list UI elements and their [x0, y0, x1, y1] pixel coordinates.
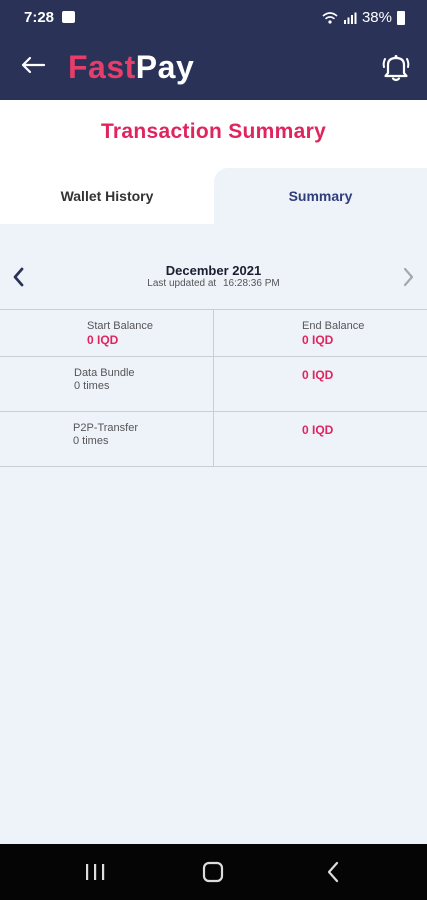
logo-fast: Fast: [68, 49, 136, 85]
gallery-notification-icon: [62, 11, 75, 23]
next-month-button[interactable]: [397, 264, 419, 290]
column-divider: [213, 310, 214, 356]
battery-percent: 38%: [361, 9, 392, 26]
signal-icon: [343, 12, 357, 24]
row-times: 0 times: [74, 380, 110, 392]
table-row: Data Bundle 0 times 0 IQD: [0, 357, 427, 412]
last-updated-time: 16:28:36 PM: [223, 278, 280, 289]
app-bar: FastPay: [0, 36, 427, 100]
home-button[interactable]: [198, 860, 228, 884]
row-name: P2P-Transfer: [73, 422, 139, 434]
end-balance-label: End Balance: [302, 320, 365, 332]
battery-icon: [397, 10, 405, 25]
fastpay-logo: FastPay: [68, 49, 194, 86]
start-balance-label: Start Balance: [87, 320, 154, 332]
month-label: December 2021: [165, 263, 262, 278]
back-button[interactable]: [18, 50, 52, 84]
page-title: Transaction Summary: [100, 120, 327, 143]
start-balance-value: 0 IQD: [87, 333, 119, 347]
status-icons: 38%: [322, 9, 405, 26]
balance-row: Start Balance 0 IQD End Balance 0 IQD: [0, 310, 427, 357]
column-divider: [213, 357, 214, 411]
wifi-icon: [322, 11, 338, 24]
recent-apps-button[interactable]: [80, 860, 110, 884]
logo-pay: Pay: [135, 49, 195, 85]
bell-icon: [382, 55, 410, 82]
last-updated: Last updated at 16:28:36 PM: [0, 278, 427, 289]
arrow-left-icon: [21, 56, 46, 74]
month-navigation: December 2021 Last updated at 16:28:36 P…: [0, 252, 427, 308]
tab-summary[interactable]: Summary: [214, 168, 427, 224]
system-navigation-bar: [0, 844, 427, 900]
tab-wallet-history[interactable]: Wallet History: [0, 168, 214, 224]
recent-apps-icon: [86, 864, 105, 880]
home-icon: [202, 861, 224, 883]
summary-grid: Start Balance 0 IQD End Balance 0 IQD Da…: [0, 309, 427, 467]
status-bar: 7:28 38%: [0, 0, 427, 36]
notifications-button[interactable]: [379, 50, 413, 84]
table-row: P2P-Transfer 0 times 0 IQD: [0, 412, 427, 467]
row-times: 0 times: [73, 435, 109, 447]
column-divider: [213, 412, 214, 466]
status-time: 7:28: [24, 9, 55, 26]
row-name: Data Bundle: [74, 367, 135, 379]
row-value: 0 IQD: [302, 423, 334, 437]
row-value: 0 IQD: [302, 368, 334, 382]
back-chevron-icon: [327, 861, 339, 883]
end-balance-value: 0 IQD: [302, 333, 334, 347]
system-back-button[interactable]: [318, 860, 348, 884]
chevron-right-icon: [403, 267, 414, 287]
last-updated-label: Last updated at: [147, 278, 217, 289]
